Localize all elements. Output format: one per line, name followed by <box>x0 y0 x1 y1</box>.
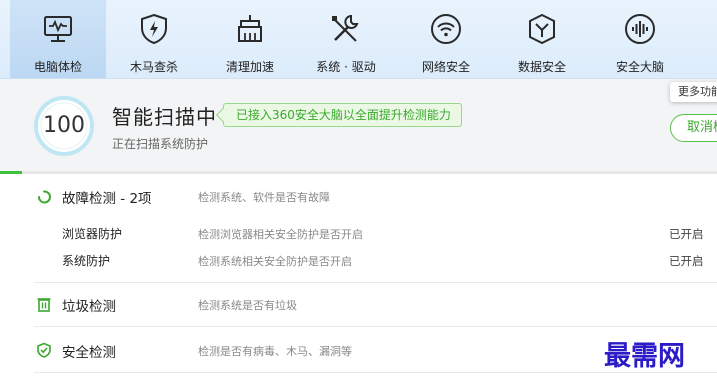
check-description: 检测系统、软件是否有故障 <box>198 191 330 204</box>
check-description: 检测系统是否有垃圾 <box>198 299 297 312</box>
subitem-status: 已开启 <box>669 254 704 268</box>
nav-label: 清理加速 <box>225 60 274 74</box>
divider <box>34 326 717 327</box>
subitem-status: 已开启 <box>669 227 704 241</box>
site-watermark: 最需网 <box>604 341 685 372</box>
check-title: 垃圾检测 <box>62 299 116 315</box>
check-title: 故障检测 - 2项 <box>62 191 152 207</box>
more-features-button[interactable]: 更多功能 <box>670 82 717 102</box>
security-brain-promo[interactable]: 已接入360安全大脑以全面提升检测能力 <box>223 103 462 127</box>
check-row-fault: 故障检测 - 2项 检测系统、软件是否有故障 <box>0 182 717 210</box>
wifi-icon <box>431 14 461 44</box>
shield-bolt-icon <box>141 13 167 45</box>
nav-label: 系统 · 驱动 <box>316 60 376 74</box>
top-nav-bar: 电脑体检 木马查杀 清理加速 系统 · 驱动 网络安全 数据安全 安全大脑 <box>0 0 717 79</box>
scan-progress-fill <box>0 171 22 174</box>
check-title: 安全检测 <box>62 345 116 361</box>
check-subitem-browser-protection: 浏览器防护 检测浏览器相关安全防护是否开启 已开启 <box>0 222 717 244</box>
check-description: 检测是否有病毒、木马、漏洞等 <box>198 345 352 358</box>
score-ring: 100 <box>33 95 95 157</box>
brain-waveform-icon <box>625 14 655 44</box>
subitem-name: 系统防护 <box>62 254 111 268</box>
nav-item-network-security[interactable]: 网络安全 <box>398 0 494 78</box>
nav-item-data-security[interactable]: 数据安全 <box>494 0 590 78</box>
nav-item-clean-speedup[interactable]: 清理加速 <box>202 0 298 78</box>
nav-item-system-driver[interactable]: 系统 · 驱动 <box>298 0 394 78</box>
loading-spinner-icon <box>38 190 51 204</box>
nav-label: 网络安全 <box>421 60 470 74</box>
shield-check-icon <box>529 13 555 45</box>
cancel-scan-button[interactable]: 取消检测 <box>670 114 717 142</box>
broom-icon <box>238 15 262 42</box>
subitem-description: 检测浏览器相关安全防护是否开启 <box>198 228 363 241</box>
scan-title: 智能扫描中 <box>112 105 217 129</box>
scan-status-text: 正在扫描系统防护 <box>112 137 209 151</box>
nav-item-pc-checkup[interactable]: 电脑体检 <box>10 0 106 78</box>
trash-icon <box>37 298 51 312</box>
nav-label: 木马查杀 <box>129 60 178 74</box>
nav-item-security-brain[interactable]: 安全大脑 <box>592 0 688 78</box>
scan-progress-bar <box>0 171 717 174</box>
nav-label: 数据安全 <box>517 60 566 74</box>
nav-item-trojan-scan[interactable]: 木马查杀 <box>106 0 202 78</box>
check-row-junk: 垃圾检测 检测系统是否有垃圾 <box>0 291 717 317</box>
nav-label: 电脑体检 <box>33 60 82 74</box>
pc-monitor-icon <box>44 16 72 42</box>
divider <box>34 282 717 283</box>
wrench-screwdriver-icon <box>332 14 359 42</box>
subitem-name: 浏览器防护 <box>62 227 123 241</box>
shield-check-icon <box>37 342 51 358</box>
check-subitem-system-protection: 系统防护 检测系统相关安全防护是否开启 已开启 <box>0 249 717 271</box>
subitem-description: 检测系统相关安全防护是否开启 <box>198 255 352 268</box>
scan-header: 100 智能扫描中 已接入360安全大脑以全面提升检测能力 正在扫描系统防护 更… <box>0 79 717 171</box>
nav-label: 安全大脑 <box>615 60 664 74</box>
health-score: 100 <box>43 113 85 138</box>
